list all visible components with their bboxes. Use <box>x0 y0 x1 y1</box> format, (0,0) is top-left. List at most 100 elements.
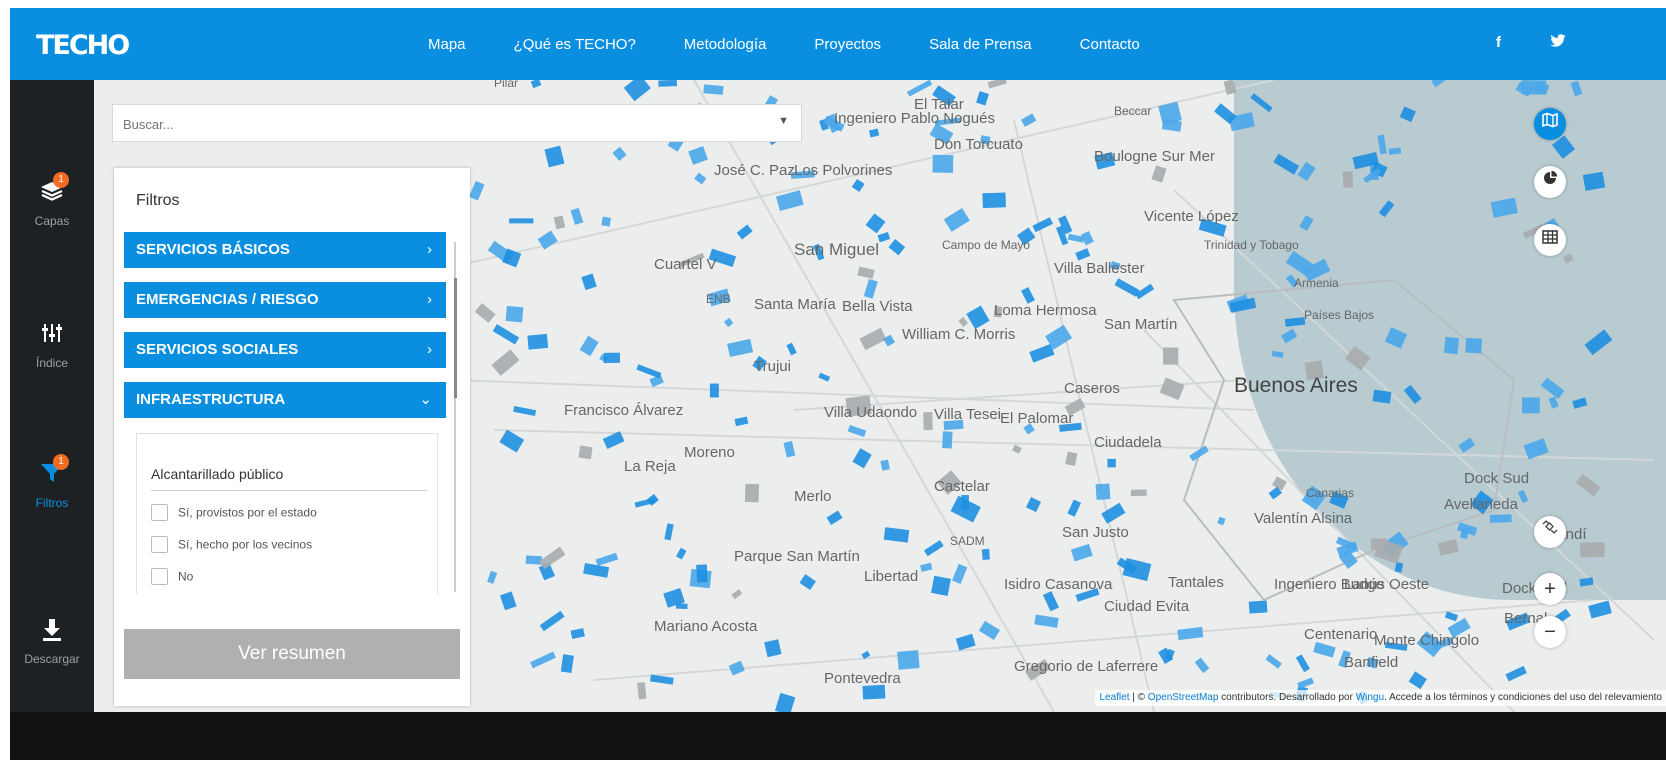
settlement-polygon[interactable] <box>539 546 566 570</box>
settlement-polygon[interactable] <box>1345 345 1371 371</box>
ver-resumen-button[interactable]: Ver resumen <box>124 629 460 679</box>
settlement-polygon[interactable] <box>1070 543 1093 562</box>
settlement-polygon[interactable] <box>932 154 954 173</box>
map-icon[interactable] <box>1534 108 1566 140</box>
settlement-polygon[interactable] <box>1371 538 1387 551</box>
table-icon[interactable] <box>1534 224 1566 256</box>
settlement-polygon[interactable] <box>1489 514 1512 523</box>
settlement-polygon[interactable] <box>987 80 1007 89</box>
settlement-polygon[interactable] <box>634 497 656 508</box>
settlement-polygon[interactable] <box>527 333 549 350</box>
settlement-polygon[interactable] <box>513 406 537 416</box>
settlement-polygon[interactable] <box>1273 153 1300 175</box>
settlement-polygon[interactable] <box>1299 215 1314 232</box>
settlement-polygon[interactable] <box>920 562 933 572</box>
settlement-polygon[interactable] <box>942 431 953 449</box>
settlement-polygon[interactable] <box>603 352 621 364</box>
settlement-polygon[interactable] <box>1588 600 1612 619</box>
settlement-polygon[interactable] <box>560 654 574 673</box>
settlement-polygon[interactable] <box>1372 389 1392 404</box>
settlement-polygon[interactable] <box>539 610 565 632</box>
settlement-polygon[interactable] <box>1095 483 1111 500</box>
settlement-polygon[interactable] <box>952 563 968 584</box>
sidebar-item-indice[interactable]: Índice <box>10 322 94 370</box>
settlement-polygon[interactable] <box>883 527 910 543</box>
settlement-polygon[interactable] <box>1248 600 1268 614</box>
techo-logo[interactable]: TECHO <box>36 30 130 61</box>
settlement-polygon[interactable] <box>570 207 584 225</box>
settlement-polygon[interactable] <box>1563 253 1574 264</box>
settlement-polygon[interactable] <box>862 684 886 700</box>
settlement-polygon[interactable] <box>783 441 796 458</box>
settlement-polygon[interactable] <box>1437 538 1459 556</box>
settlement-polygon[interactable] <box>1388 147 1402 155</box>
settlement-polygon[interactable] <box>1377 134 1387 155</box>
settlement-polygon[interactable] <box>736 224 753 240</box>
settlement-polygon[interactable] <box>728 660 745 676</box>
settlement-polygon[interactable] <box>1522 397 1540 414</box>
checkbox[interactable] <box>151 536 168 553</box>
settlement-polygon[interactable] <box>1065 451 1078 467</box>
settlement-polygon[interactable] <box>636 364 662 379</box>
option-no[interactable]: No <box>151 568 193 585</box>
settlement-polygon[interactable] <box>731 589 743 600</box>
settlement-polygon[interactable] <box>1384 327 1408 349</box>
settlement-polygon[interactable] <box>724 317 734 328</box>
settlement-polygon[interactable] <box>1431 80 1455 88</box>
settlement-polygon[interactable] <box>675 603 688 610</box>
settlement-polygon[interactable] <box>650 674 674 685</box>
sidebar-item-filtros[interactable]: 1 Filtros <box>10 454 94 510</box>
wingu-link[interactable]: Wingu <box>1356 692 1384 703</box>
settlement-polygon[interactable] <box>1521 80 1547 95</box>
zoom-in-button[interactable]: + <box>1534 573 1566 605</box>
settlement-polygon[interactable] <box>1280 328 1298 344</box>
settlement-polygon[interactable] <box>727 338 754 358</box>
settlement-polygon[interactable] <box>897 650 920 670</box>
settlement-polygon[interactable] <box>1034 614 1059 628</box>
settlement-polygon[interactable] <box>487 570 498 584</box>
category-servicios-sociales[interactable]: SERVICIOS SOCIALES › <box>124 332 446 368</box>
settlement-polygon[interactable] <box>1217 516 1226 526</box>
category-infraestructura[interactable]: INFRAESTRUCTURA ⌄ <box>124 382 446 418</box>
settlement-polygon[interactable] <box>703 84 724 95</box>
nav-que-es-techo[interactable]: ¿Qué es TECHO? <box>514 36 636 53</box>
settlement-polygon[interactable] <box>1271 476 1287 491</box>
nav-proyectos[interactable]: Proyectos <box>814 36 881 53</box>
search-input[interactable] <box>113 105 765 143</box>
settlement-polygon[interactable] <box>1130 489 1147 497</box>
settlement-polygon[interactable] <box>786 342 797 356</box>
settlement-polygon[interactable] <box>1408 671 1427 690</box>
settlement-polygon[interactable] <box>1194 657 1210 674</box>
settlement-polygon[interactable] <box>923 412 933 431</box>
checkbox[interactable] <box>151 568 168 585</box>
settlement-polygon[interactable] <box>744 483 760 503</box>
settlement-polygon[interactable] <box>658 80 678 87</box>
settlement-polygon[interactable] <box>1177 626 1204 641</box>
settlement-polygon[interactable] <box>880 459 890 471</box>
satellite-icon[interactable] <box>1534 516 1566 548</box>
settlement-polygon[interactable] <box>1505 665 1527 682</box>
settlement-polygon[interactable] <box>774 692 796 712</box>
settlement-polygon[interactable] <box>525 555 542 565</box>
settlement-polygon[interactable] <box>1011 444 1022 454</box>
nav-contacto[interactable]: Contacto <box>1080 36 1140 53</box>
settlement-polygon[interactable] <box>1029 343 1055 363</box>
leaflet-link[interactable]: Leaflet <box>1099 692 1129 703</box>
settlement-polygon[interactable] <box>688 146 708 165</box>
settlement-polygon[interactable] <box>1584 329 1613 356</box>
settlement-polygon[interactable] <box>1540 377 1565 399</box>
settlement-polygon[interactable] <box>595 552 619 567</box>
settlement-polygon[interactable] <box>469 180 485 201</box>
settlement-polygon[interactable] <box>1163 347 1179 365</box>
settlement-polygon[interactable] <box>530 80 542 89</box>
settlement-polygon[interactable] <box>1297 677 1315 689</box>
option-vecinos[interactable]: Sí, hecho por los vecinos <box>151 536 312 553</box>
settlement-polygon[interactable] <box>637 682 647 700</box>
settlement-polygon[interactable] <box>1114 278 1140 297</box>
settlement-polygon[interactable] <box>474 303 496 323</box>
settlement-polygon[interactable] <box>981 548 990 560</box>
settlement-polygon[interactable] <box>1458 437 1476 453</box>
settlement-polygon[interactable] <box>544 145 565 168</box>
settlement-polygon[interactable] <box>570 628 585 640</box>
settlement-polygon[interactable] <box>1548 396 1559 409</box>
